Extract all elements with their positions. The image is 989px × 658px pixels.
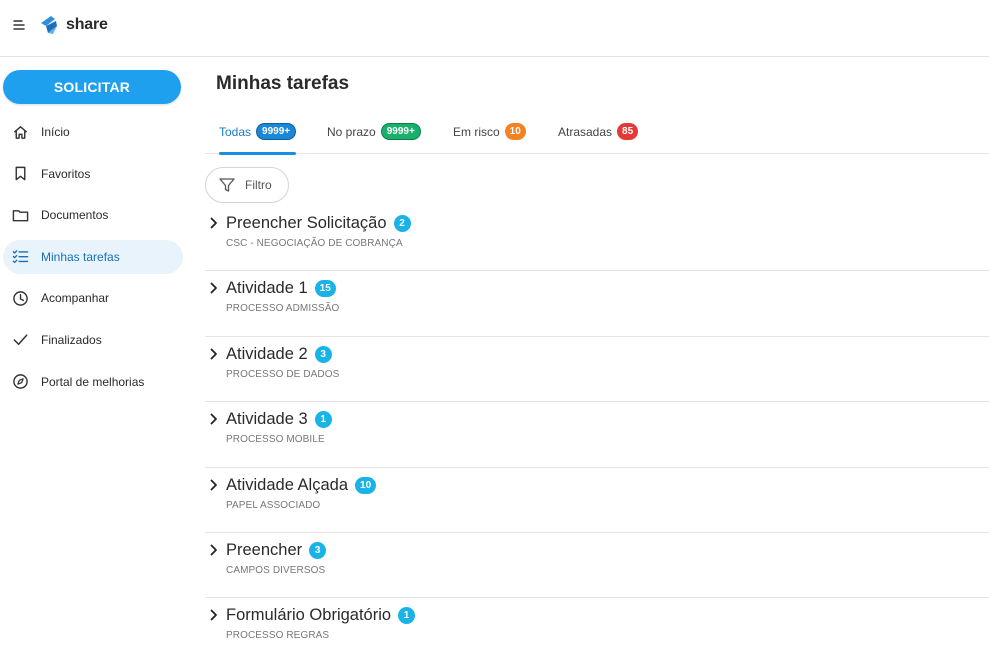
tab-no-prazo[interactable]: No prazo 9999+ <box>327 123 421 154</box>
top-bar: share <box>0 0 989 57</box>
sidebar-item-label: Início <box>41 125 70 139</box>
task-row[interactable]: Atividade Alçada 10 PAPEL ASSOCIADO <box>205 468 989 533</box>
task-count-badge: 2 <box>393 215 411 232</box>
task-title-wrap: Atividade 3 1 <box>226 410 332 429</box>
task-count-badge: 3 <box>314 345 332 363</box>
task-title-wrap: Preencher Solicitação 2 <box>226 214 411 233</box>
solicitar-button[interactable]: SOLICITAR <box>3 70 181 104</box>
task-count-badge: 3 <box>309 541 327 559</box>
sidebar-item-finalizados[interactable]: Finalizados <box>3 323 183 357</box>
share-logo-icon <box>41 16 57 34</box>
chevron-right-icon <box>210 544 217 556</box>
task-title: Formulário Obrigatório <box>226 606 392 625</box>
task-title-wrap: Formulário Obrigatório 1 <box>226 606 416 625</box>
sidebar-item-label: Favoritos <box>41 166 91 181</box>
logo-text: share <box>66 16 108 33</box>
chevron-right-icon <box>210 217 217 229</box>
task-title-wrap: Preencher 3 <box>226 540 327 560</box>
sidebar-item-label: Finalizados <box>41 332 102 347</box>
sidebar-item-label: Acompanhar <box>41 291 110 306</box>
task-count-badge: 1 <box>314 411 332 429</box>
count-badge: 10 <box>504 123 526 140</box>
task-title: Atividade 1 <box>226 279 308 298</box>
task-subtitle: CAMPOS DIVERSOS <box>226 564 326 576</box>
task-row[interactable]: Formulário Obrigatório 1 PROCESSO REGRAS <box>205 598 989 658</box>
sidebar-item-inicio[interactable]: Início <box>3 115 183 149</box>
sidebar-item-favoritos[interactable]: Favoritos <box>3 157 183 191</box>
chevron-right-icon <box>210 609 217 621</box>
task-title: Preencher Solicitação <box>226 214 387 232</box>
count-badge: 9999+ <box>380 123 421 140</box>
task-subtitle: PROCESSO DE DADOS <box>226 368 340 380</box>
filter-icon <box>219 178 235 192</box>
task-title-wrap: Atividade 2 3 <box>226 345 332 364</box>
sidebar-nav: Início Favoritos Documentos Minhas taref… <box>3 115 183 406</box>
task-row[interactable]: Atividade 3 1 PROCESSO MOBILE <box>205 402 989 468</box>
sidebar-item-label: Documentos <box>41 208 109 223</box>
count-badge: 9999+ <box>256 123 297 140</box>
sidebar-item-label: Minhas tarefas <box>41 249 120 264</box>
folder-icon <box>11 206 29 224</box>
tab-em-risco[interactable]: Em risco 10 <box>453 123 526 154</box>
sidebar: SOLICITAR Início Favoritos Documentos Mi… <box>0 57 195 658</box>
task-list-icon <box>11 248 29 266</box>
task-count-badge: 1 <box>398 607 416 625</box>
task-subtitle: PROCESSO MOBILE <box>226 434 325 446</box>
task-title: Preencher <box>226 540 303 559</box>
main-content: Minhas tarefas Todas 9999+ No prazo 9999… <box>205 57 989 658</box>
filter-label: Filtro <box>245 178 272 192</box>
count-badge: 85 <box>617 123 639 140</box>
home-icon <box>11 123 29 141</box>
chevron-right-icon <box>210 413 217 425</box>
task-subtitle: PROCESSO REGRAS <box>226 630 330 642</box>
sidebar-item-portal-de-melhorias[interactable]: Portal de melhorias <box>3 365 183 399</box>
task-title-wrap: Atividade 1 15 <box>226 279 336 298</box>
task-subtitle: PAPEL ASSOCIADO <box>226 499 321 511</box>
task-count-badge: 10 <box>355 476 377 494</box>
tabs: Todas 9999+ No prazo 9999+ Em risco 10 A… <box>205 117 989 155</box>
task-row[interactable]: Preencher 3 CAMPOS DIVERSOS <box>205 533 989 599</box>
task-title-wrap: Atividade Alçada 10 <box>226 475 377 495</box>
task-subtitle: PROCESSO ADMISSÃO <box>226 303 340 315</box>
tab-label: Em risco <box>453 125 500 139</box>
sidebar-item-label: Portal de melhorias <box>41 374 145 389</box>
task-title: Atividade Alçada <box>226 475 349 494</box>
task-row[interactable]: Atividade 2 3 PROCESSO DE DADOS <box>205 337 989 403</box>
compass-icon <box>11 373 29 391</box>
chevron-right-icon <box>210 479 217 490</box>
chevron-right-icon <box>210 348 217 360</box>
tab-atrasadas[interactable]: Atrasadas 85 <box>558 123 639 154</box>
task-title: Atividade 2 <box>226 344 308 363</box>
task-subtitle: CSC - NEGOCIAÇÃO DE COBRANÇA <box>226 238 403 249</box>
menu-icon[interactable] <box>12 18 26 32</box>
check-icon <box>11 331 29 349</box>
task-row[interactable]: Atividade 1 15 PROCESSO ADMISSÃO <box>205 271 989 337</box>
tab-label: Atrasadas <box>558 125 613 139</box>
tab-label: No prazo <box>327 125 376 139</box>
sidebar-item-minhas-tarefas[interactable]: Minhas tarefas <box>3 239 183 274</box>
task-row[interactable]: Preencher Solicitação 2 CSC - NEGOCIAÇÃO… <box>205 206 989 272</box>
clock-icon <box>11 289 29 307</box>
task-title: Atividade 3 <box>226 410 308 429</box>
bookmark-icon <box>11 165 29 183</box>
tab-label: Todas <box>219 125 252 139</box>
page-title: Minhas tarefas <box>216 73 350 94</box>
logo[interactable]: share <box>38 12 108 38</box>
tab-todas[interactable]: Todas 9999+ <box>219 123 297 155</box>
sidebar-item-acompanhar[interactable]: Acompanhar <box>3 281 183 315</box>
sidebar-item-documentos[interactable]: Documentos <box>3 198 183 232</box>
task-count-badge: 15 <box>314 280 336 298</box>
chevron-right-icon <box>210 282 217 294</box>
filter-button[interactable]: Filtro <box>205 167 289 203</box>
task-list: Preencher Solicitação 2 CSC - NEGOCIAÇÃO… <box>205 206 989 658</box>
